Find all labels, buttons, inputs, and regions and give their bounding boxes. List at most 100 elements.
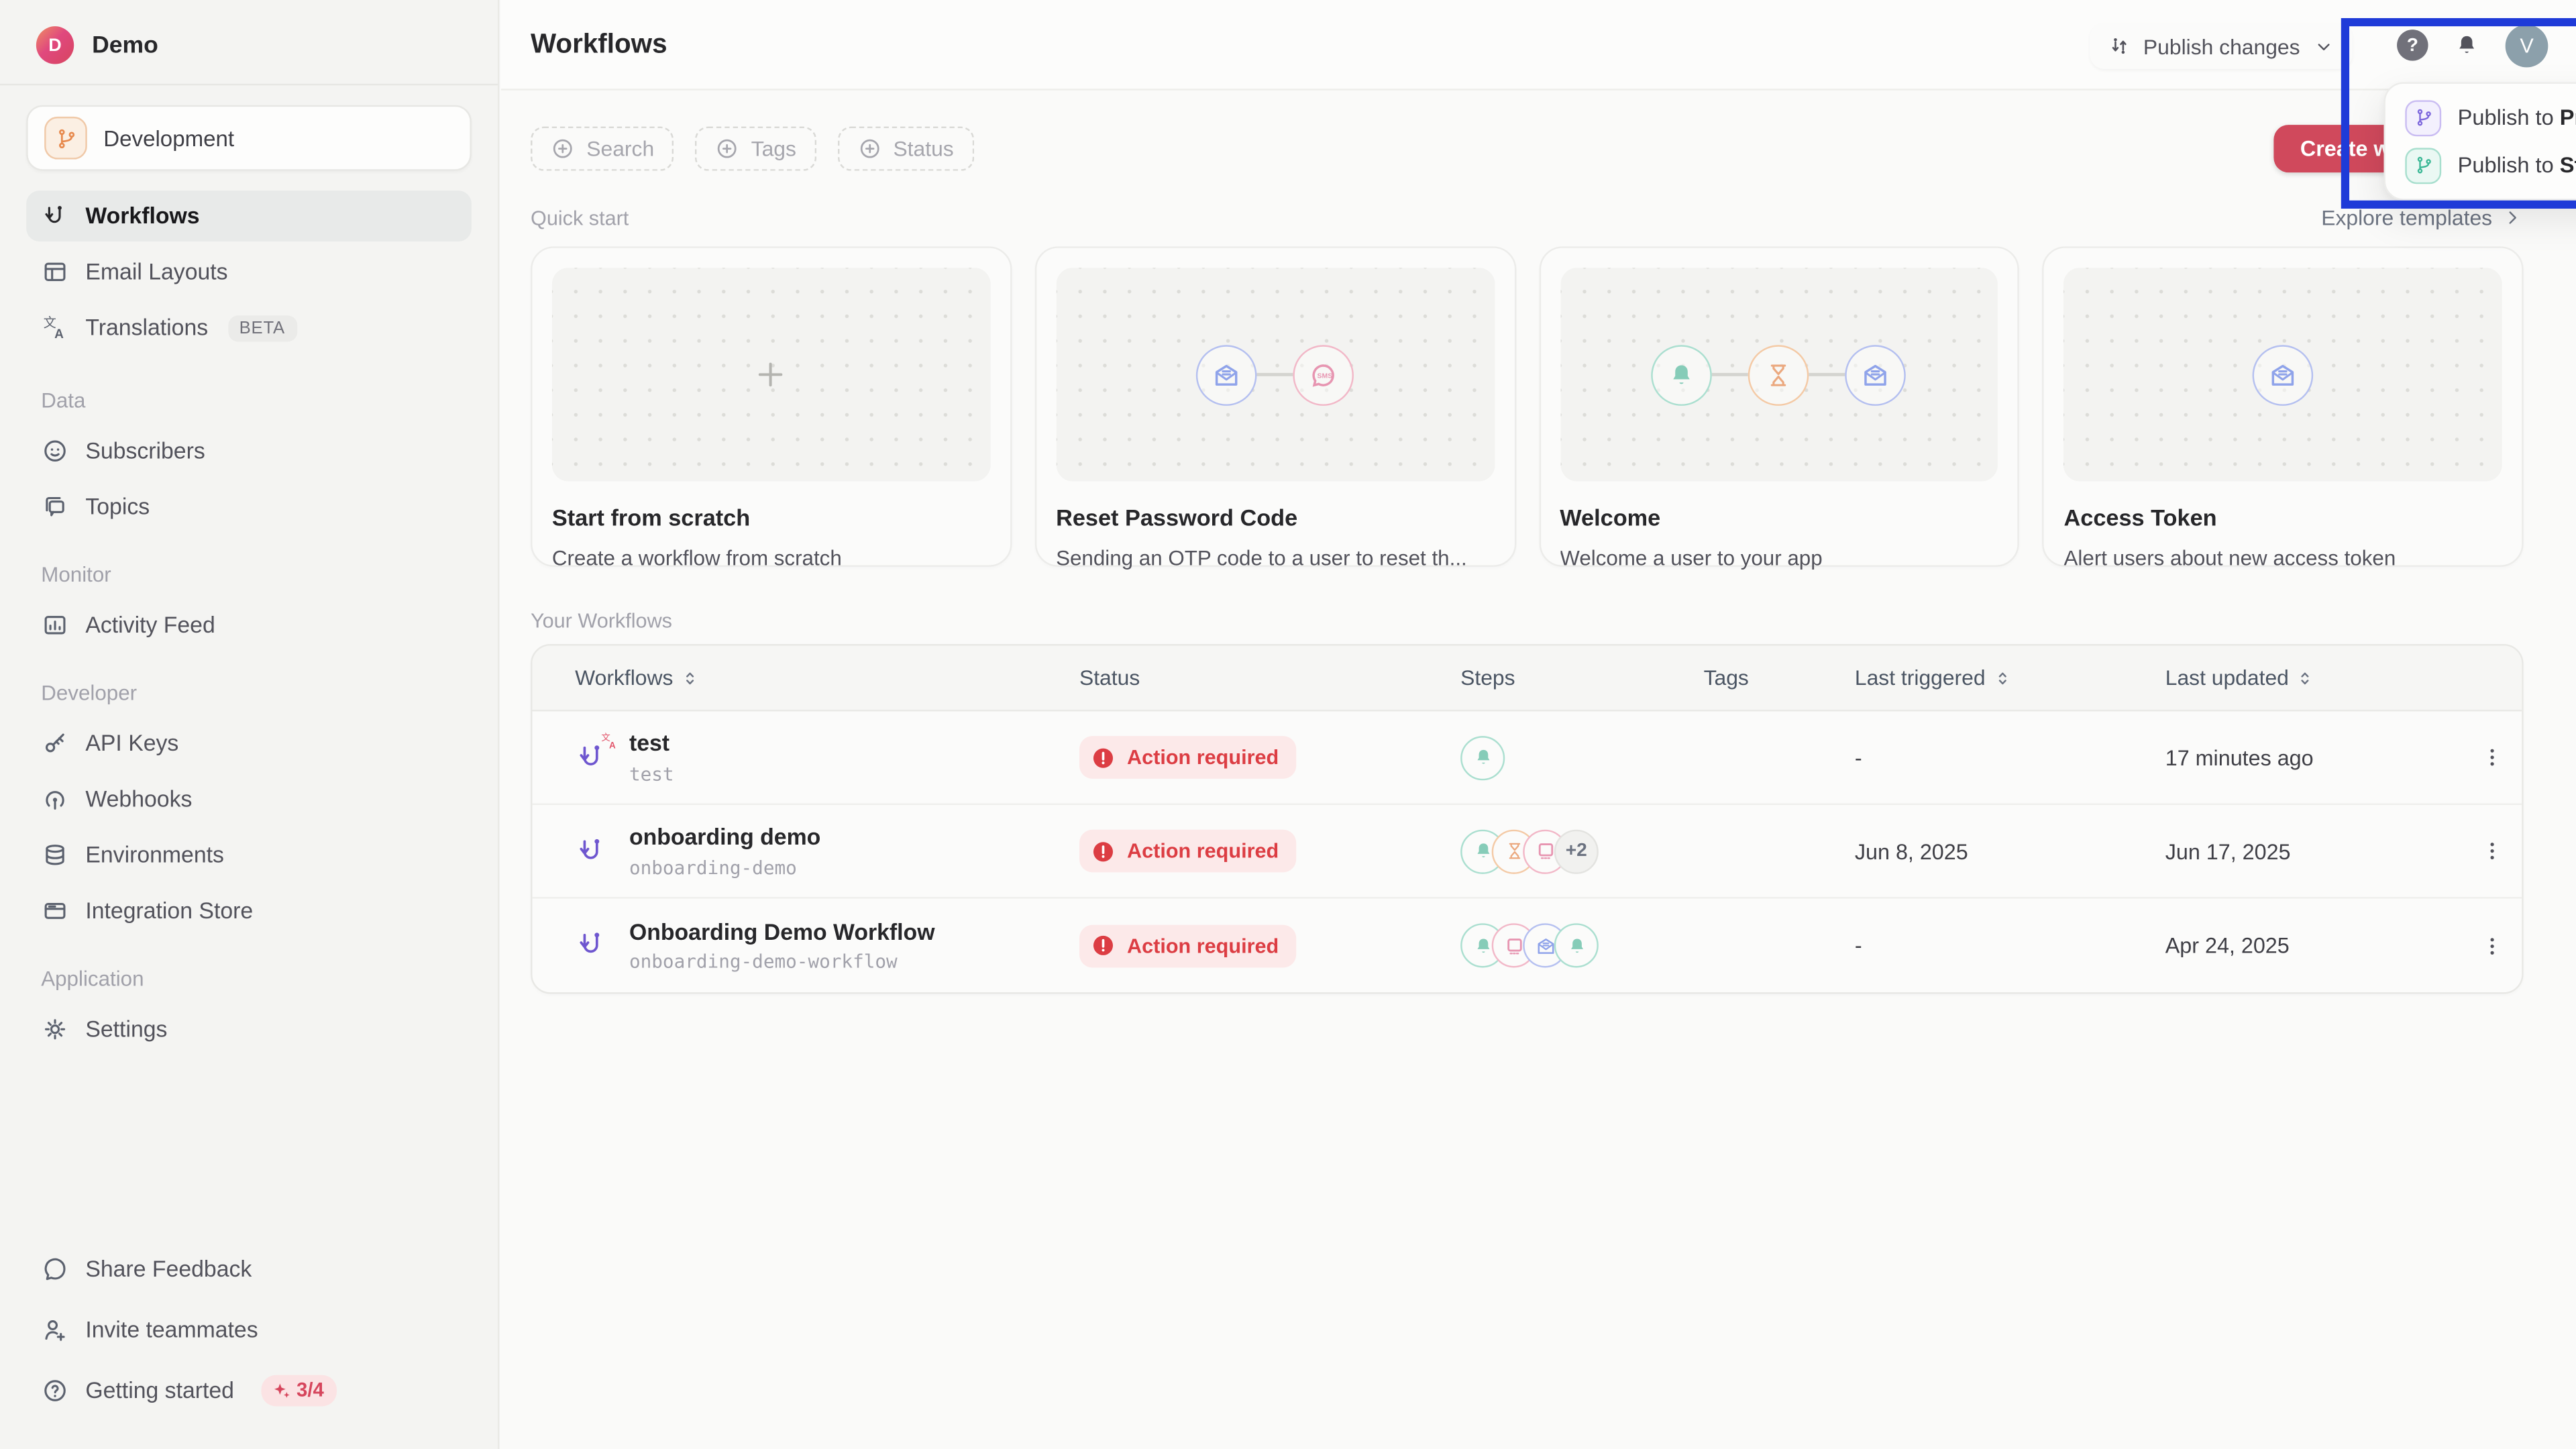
environment-selector[interactable]: Development <box>26 105 472 171</box>
sidebar-item-translations[interactable]: 文ATranslationsBETA <box>26 303 472 354</box>
filter-label: Search <box>586 136 654 161</box>
sidebar-item-invite-teammates[interactable]: Invite teammates <box>26 1301 472 1357</box>
column-label: Last triggered <box>1855 665 1986 690</box>
sidebar-item-integration-store[interactable]: Integration Store <box>26 885 472 936</box>
column-header-last-triggered[interactable]: Last triggered <box>1855 665 2165 690</box>
progress-count: 3/4 <box>297 1379 324 1401</box>
sidebar-footer: Share Feedback Invite teammatesGetting st… <box>26 1240 472 1423</box>
activity-icon <box>41 611 69 639</box>
publish-arrows-icon <box>2107 34 2130 57</box>
card-title: Welcome <box>1560 504 1998 531</box>
card-canvas <box>2064 268 2502 481</box>
column-header-last-updated[interactable]: Last updated <box>2165 665 2461 690</box>
sidebar-item-workflows[interactable]: Workflows <box>26 191 472 241</box>
filter-chip-tags[interactable]: Tags <box>695 127 816 171</box>
table-row[interactable]: onboarding demo onboarding-demo Action req… <box>532 805 2522 899</box>
filters-row: Search Tags Status <box>516 91 2524 171</box>
sidebar-item-settings[interactable]: Settings <box>26 1004 472 1055</box>
kebab-menu-icon[interactable] <box>2469 831 2515 871</box>
column-header-status: Status <box>1079 665 1460 690</box>
sidebar-item-getting-started[interactable]: Getting started3/4 <box>26 1362 472 1417</box>
quickstart-card[interactable]: SMSReset Password CodeSending an OTP cod… <box>1034 246 1515 567</box>
sidebar-item-webhooks[interactable]: Webhooks <box>26 773 472 824</box>
quickstart-card[interactable]: Start from scratchCreate a workflow from… <box>531 246 1012 567</box>
sidebar-item-label: Topics <box>85 494 150 519</box>
kebab-menu-icon[interactable] <box>2469 926 2515 965</box>
status-label: Action required <box>1127 746 1279 769</box>
column-header-steps: Steps <box>1460 665 1703 690</box>
your-workflows-label: Your Workflows <box>531 610 2524 633</box>
sidebar-item-activity-feed[interactable]: Activity Feed <box>26 600 472 651</box>
bell-icon <box>1460 735 1505 780</box>
card-canvas <box>552 268 990 481</box>
column-header-tags: Tags <box>1704 665 1855 690</box>
sidebar-item-label: Share Feedback <box>85 1256 252 1281</box>
sidebar-item-api-keys[interactable]: API Keys <box>26 718 472 769</box>
help-button[interactable]: ? <box>2397 30 2428 61</box>
database-icon <box>41 841 69 869</box>
quick-start-row: Quick start Explore templates <box>531 205 2524 230</box>
sidebar: D Demo Development WorkflowsEmail Layout… <box>0 0 499 1449</box>
workflow-slug: onboarding-demo <box>629 857 820 878</box>
workflow-name: onboarding demo <box>629 824 820 852</box>
status-label: Action required <box>1127 934 1279 957</box>
cell-status: Action required <box>1079 830 1460 873</box>
kebab-menu-icon[interactable] <box>2469 738 2515 777</box>
sidebar-item-label: Webhooks <box>85 787 192 812</box>
publish-menu-item-production[interactable]: Publish to Production2 <box>2396 94 2576 142</box>
cell-last-updated: 17 minutes ago <box>2165 745 2461 770</box>
sidebar-item-label: API Keys <box>85 731 178 756</box>
sidebar-item-topics[interactable]: Topics <box>26 482 472 533</box>
sidebar-item-subscribers[interactable]: Subscribers <box>26 425 472 476</box>
card-canvas <box>1560 268 1998 481</box>
steps-wrap: +2 <box>1460 829 1703 873</box>
notifications-bell-icon[interactable] <box>2453 32 2481 60</box>
status-badge: Action required <box>1079 736 1297 779</box>
publish-menu-item-staging[interactable]: Publish to Staging3 <box>2396 142 2576 189</box>
quickstart-card[interactable]: WelcomeWelcome a user to your app <box>1538 246 2019 567</box>
cell-last-triggered: - <box>1855 933 2165 958</box>
filter-chip-status[interactable]: Status <box>837 127 973 171</box>
explore-templates-link[interactable]: Explore templates <box>2321 205 2523 230</box>
plus-circle-icon <box>715 136 740 161</box>
plus-icon <box>753 356 790 392</box>
publish-changes-button[interactable]: Publish changes <box>2089 23 2353 69</box>
step-connector <box>1809 374 1845 376</box>
sidebar-item-email-layouts[interactable]: Email Layouts <box>26 246 472 297</box>
question-icon: ? <box>2407 36 2418 55</box>
cell-workflow: 文A testtest <box>532 730 1079 784</box>
invite-icon <box>41 1315 69 1343</box>
sidebar-item-share-feedback[interactable]: Share Feedback <box>26 1240 472 1296</box>
sort-icon <box>2296 668 2315 688</box>
topbar-right: ? V <box>2397 0 2548 91</box>
page-title: Workflows <box>531 29 667 60</box>
avatar[interactable]: V <box>2506 24 2548 67</box>
svg-text:A: A <box>54 327 64 341</box>
bell-icon <box>1652 344 1713 405</box>
workflows-table: WorkflowsStatusStepsTags Last triggered La… <box>531 644 2524 994</box>
table-row[interactable]: Onboarding Demo Workflowonboarding-demo-… <box>532 899 2522 993</box>
workflow-name-col: testtest <box>629 730 674 784</box>
git-branch-icon <box>2405 99 2441 136</box>
column-header-workflows[interactable]: Workflows <box>532 665 1079 690</box>
column-label: Tags <box>1704 665 1749 690</box>
sidebar-nav-primary: WorkflowsEmail Layouts文ATranslationsBETA <box>26 191 472 358</box>
table-row[interactable]: 文AtesttestAction required-17 minutes ago <box>532 711 2522 805</box>
workflow-icon: 文A <box>575 741 608 773</box>
filter-chip-search[interactable]: Search <box>531 127 674 171</box>
publish-changes-label: Publish changes <box>2143 34 2300 58</box>
getting-started-progress-badge: 3/4 <box>260 1375 337 1406</box>
step-connector <box>1713 374 1749 376</box>
chevron-right-icon <box>2502 207 2524 229</box>
sidebar-item-environments[interactable]: Environments <box>26 830 472 881</box>
plus-circle-icon <box>550 136 575 161</box>
cell-actions <box>2461 926 2522 965</box>
quickstart-card[interactable]: Access TokenAlert users about new access… <box>2043 246 2524 567</box>
workflow-name-wrap: Onboarding Demo Workflowonboarding-demo-… <box>575 918 1079 973</box>
step-connector <box>1257 374 1293 376</box>
workflow-name: Onboarding Demo Workflow <box>629 918 935 947</box>
alert-circle-icon <box>1091 933 1116 958</box>
sidebar-item-label: Translations <box>85 315 208 340</box>
card-title: Reset Password Code <box>1056 504 1494 531</box>
table-body: 文A testtest Action required - 17 minutes ago… <box>532 711 2522 992</box>
